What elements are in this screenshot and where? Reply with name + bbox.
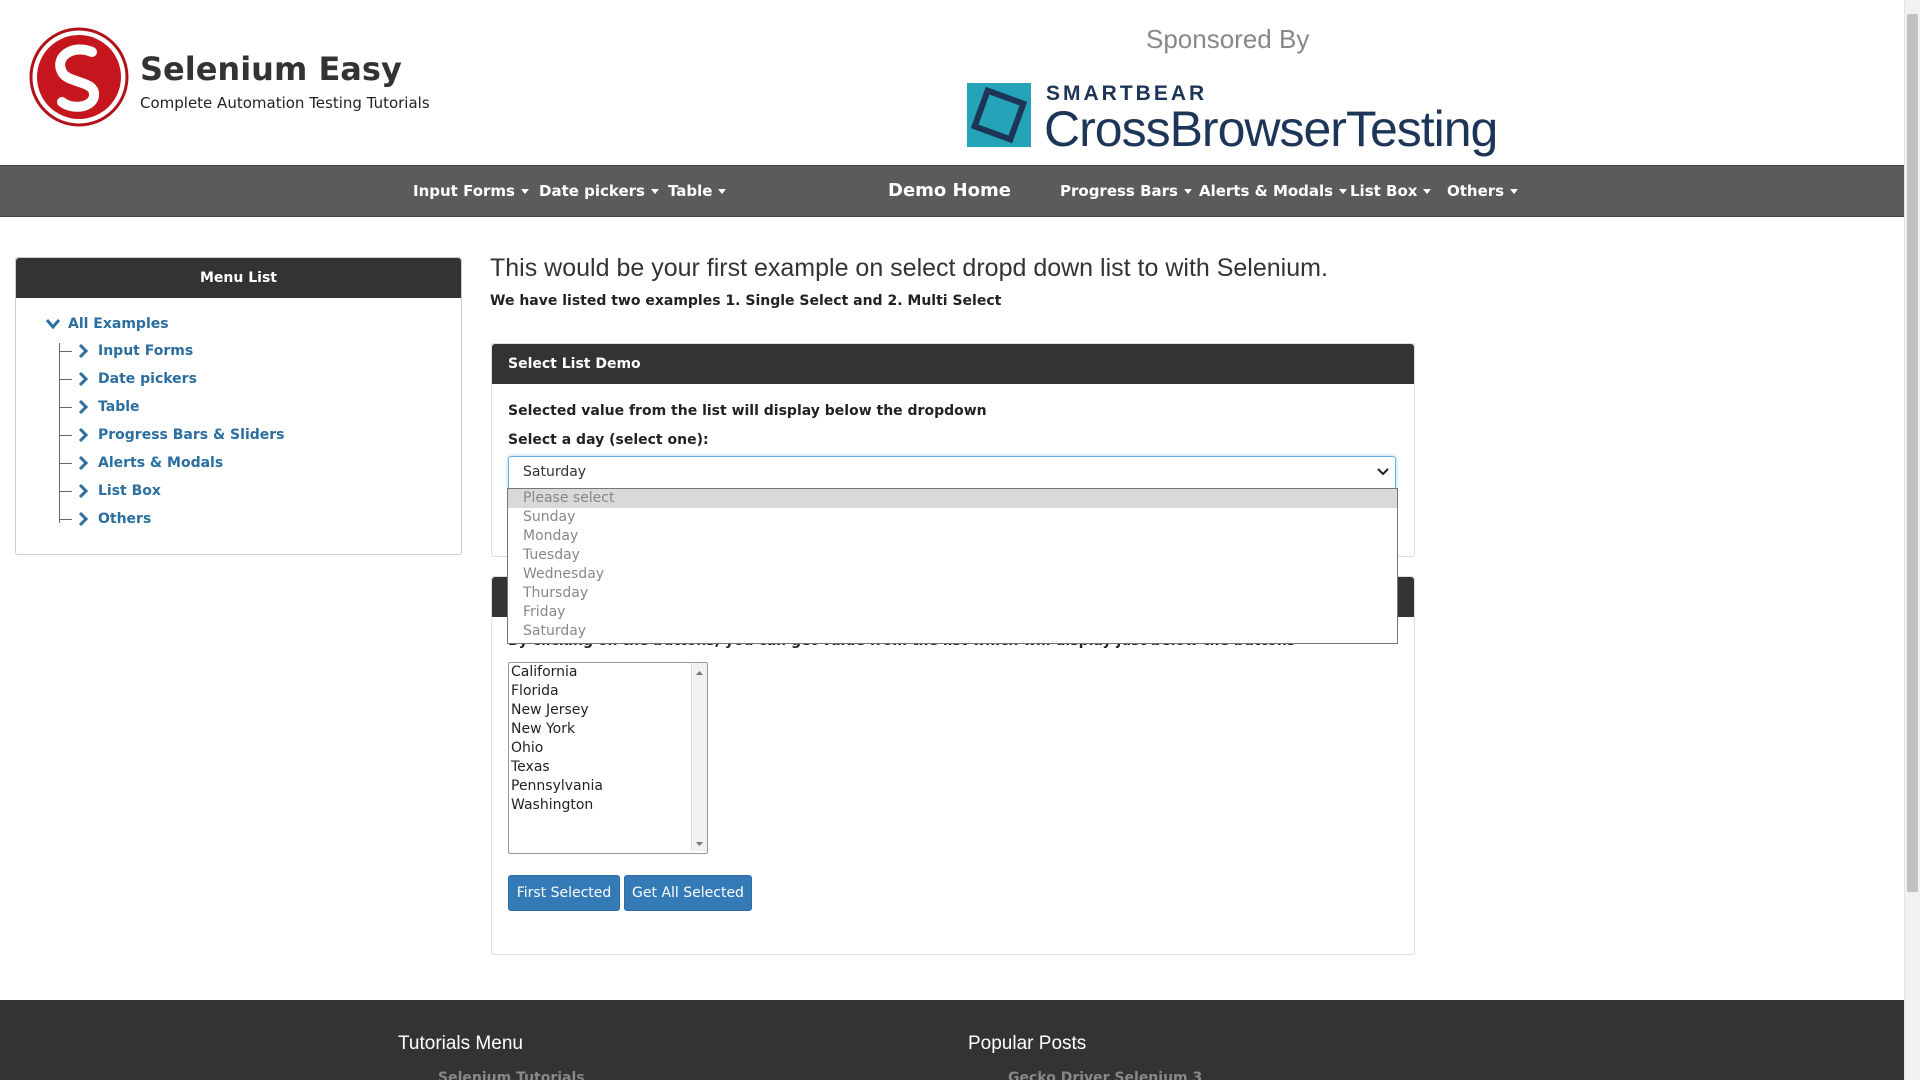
chevron-right-icon bbox=[78, 399, 89, 415]
smartbear-logo-icon[interactable] bbox=[966, 82, 1034, 148]
day-option[interactable]: Friday bbox=[508, 603, 1397, 622]
brand-subtitle: Complete Automation Testing Tutorials bbox=[140, 94, 430, 112]
chevron-right-icon bbox=[78, 371, 89, 387]
chevron-right-icon bbox=[78, 455, 89, 471]
state-option[interactable]: Washington bbox=[509, 796, 707, 815]
day-option[interactable]: Sunday bbox=[508, 508, 1397, 527]
chevron-right-icon bbox=[78, 343, 89, 359]
get-all-selected-button[interactable]: Get All Selected bbox=[624, 875, 752, 911]
listbox-scrollbar[interactable] bbox=[691, 663, 707, 851]
page-scrollbar-thumb[interactable] bbox=[1907, 14, 1918, 892]
day-select-dropdown[interactable]: Please select Sunday Monday Tuesday Wedn… bbox=[507, 488, 1398, 644]
nav-others-label: Others bbox=[1447, 182, 1505, 200]
state-option[interactable]: California bbox=[509, 663, 707, 682]
sponsor-name-big[interactable]: CrossBrowserTesting bbox=[1044, 100, 1498, 158]
state-option[interactable]: Ohio bbox=[509, 739, 707, 758]
nav-list-box-label: List Box bbox=[1350, 182, 1418, 200]
menu-list-panel: Menu List All Examples Input Forms Date … bbox=[15, 257, 462, 555]
brand-title[interactable]: Selenium Easy bbox=[140, 50, 402, 88]
scroll-down-arrow-icon bbox=[696, 842, 703, 846]
nav-table-label: Table bbox=[668, 182, 713, 200]
nav-demo-home[interactable]: Demo Home bbox=[888, 166, 1011, 216]
state-option[interactable]: Texas bbox=[509, 758, 707, 777]
day-option[interactable]: Tuesday bbox=[508, 546, 1397, 565]
sidebar-item-label: List Box bbox=[98, 483, 161, 499]
sidebar-item-date-pickers[interactable]: Date pickers bbox=[60, 371, 197, 391]
nav-input-forms-label: Input Forms bbox=[413, 182, 515, 200]
caret-down-icon bbox=[650, 189, 659, 194]
nav-input-forms[interactable]: Input Forms bbox=[413, 166, 529, 216]
day-select[interactable]: Saturday bbox=[508, 456, 1396, 490]
nav-others[interactable]: Others bbox=[1447, 166, 1519, 216]
sidebar-item-list-box[interactable]: List Box bbox=[60, 483, 161, 503]
chevron-down-icon bbox=[45, 319, 61, 330]
chevron-right-icon bbox=[78, 427, 89, 443]
day-option[interactable]: Please select bbox=[508, 489, 1397, 508]
sidebar-item-label: Input Forms bbox=[98, 343, 194, 359]
caret-down-icon bbox=[520, 189, 529, 194]
footer-tutorial-link[interactable]: Selenium Tutorials bbox=[438, 1070, 585, 1080]
sidebar-item-label: Alerts & Modals bbox=[98, 455, 224, 471]
caret-down-icon bbox=[718, 189, 727, 194]
day-option[interactable]: Saturday bbox=[508, 622, 1397, 641]
footer-popular-heading: Popular Posts bbox=[968, 1033, 1087, 1054]
day-select-value: Saturday bbox=[523, 464, 587, 480]
nav-alerts-modals-label: Alerts & Modals bbox=[1199, 182, 1334, 200]
footer-tutorials-heading: Tutorials Menu bbox=[398, 1033, 523, 1054]
select-list-demo-heading: Select List Demo bbox=[492, 344, 1414, 384]
caret-down-icon bbox=[1510, 189, 1519, 194]
nav-list-box[interactable]: List Box bbox=[1350, 166, 1432, 216]
page: Selenium Easy Complete Automation Testin… bbox=[0, 0, 1904, 1080]
caret-down-icon bbox=[1339, 189, 1348, 194]
tree-all-examples-label: All Examples bbox=[68, 316, 169, 332]
states-multi-select[interactable]: California Florida New Jersey New York O… bbox=[508, 662, 708, 854]
sidebar-item-label: Table bbox=[98, 399, 140, 415]
tree-all-examples[interactable]: All Examples bbox=[45, 316, 169, 332]
sidebar-item-label: Progress Bars & Sliders bbox=[98, 427, 285, 443]
nav-progress-bars-label: Progress Bars bbox=[1060, 182, 1178, 200]
sidebar-item-label: Others bbox=[98, 511, 152, 527]
select-day-label: Select a day (select one): bbox=[508, 432, 709, 448]
sidebar-item-alerts-modals[interactable]: Alerts & Modals bbox=[60, 455, 223, 475]
main-navbar: Input Forms Date pickers Table Demo Home… bbox=[0, 165, 1904, 217]
state-option[interactable]: New York bbox=[509, 720, 707, 739]
day-option[interactable]: Wednesday bbox=[508, 565, 1397, 584]
scroll-up-arrow-icon bbox=[696, 671, 703, 675]
caret-down-icon bbox=[1423, 189, 1432, 194]
footer bbox=[0, 1000, 1904, 1080]
nav-progress-bars[interactable]: Progress Bars bbox=[1060, 166, 1192, 216]
page-subtitle: We have listed two examples 1. Single Se… bbox=[490, 293, 1002, 309]
day-option[interactable]: Monday bbox=[508, 527, 1397, 546]
sidebar-item-input-forms[interactable]: Input Forms bbox=[60, 343, 193, 363]
chevron-right-icon bbox=[78, 483, 89, 499]
caret-down-icon bbox=[1183, 189, 1192, 194]
sidebar-item-progress-bars[interactable]: Progress Bars & Sliders bbox=[60, 427, 285, 447]
nav-alerts-modals[interactable]: Alerts & Modals bbox=[1199, 166, 1348, 216]
select-info-text: Selected value from the list will displa… bbox=[508, 403, 987, 419]
page-scrollbar[interactable] bbox=[1904, 0, 1920, 1080]
chevron-down-icon bbox=[1377, 468, 1389, 476]
state-option[interactable]: Pennsylvania bbox=[509, 777, 707, 796]
chevron-right-icon bbox=[78, 511, 89, 527]
state-option[interactable]: New Jersey bbox=[509, 701, 707, 720]
footer-post-link[interactable]: Gecko Driver Selenium 3 bbox=[1008, 1070, 1202, 1080]
sidebar-item-table[interactable]: Table bbox=[60, 399, 140, 419]
first-selected-button[interactable]: First Selected bbox=[508, 875, 620, 911]
nav-date-pickers-label: Date pickers bbox=[539, 182, 645, 200]
state-option[interactable]: Florida bbox=[509, 682, 707, 701]
sidebar-item-others[interactable]: Others bbox=[60, 511, 151, 531]
nav-date-pickers[interactable]: Date pickers bbox=[539, 166, 659, 216]
nav-table[interactable]: Table bbox=[668, 166, 727, 216]
page-title: This would be your first example on sele… bbox=[490, 254, 1328, 282]
selenium-easy-logo-icon[interactable] bbox=[28, 26, 130, 128]
sponsored-label: Sponsored By bbox=[1146, 24, 1310, 54]
sidebar-item-label: Date pickers bbox=[98, 371, 197, 387]
menu-list-heading: Menu List bbox=[16, 258, 461, 298]
day-option[interactable]: Thursday bbox=[508, 584, 1397, 603]
